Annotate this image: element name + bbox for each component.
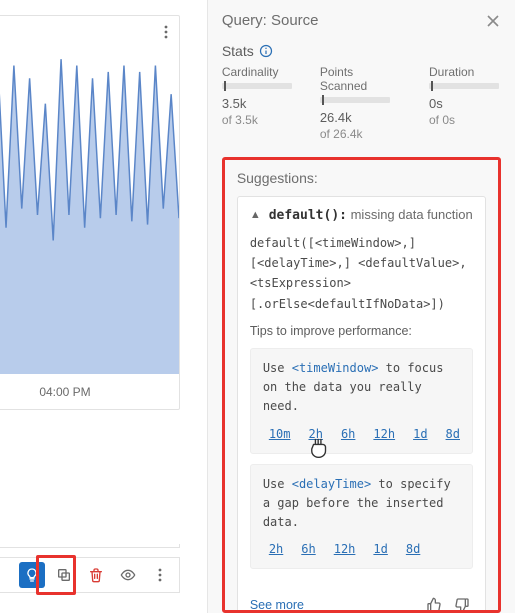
delete-button[interactable] [83,562,109,588]
time-link[interactable]: 1d [373,542,387,556]
chart-x-tick: 04:00 PM [0,385,179,399]
time-link[interactable]: 2h [269,542,283,556]
visibility-button[interactable] [115,562,141,588]
close-button[interactable] [485,13,501,29]
time-link[interactable]: 6h [341,427,355,441]
stat-bar [429,83,499,89]
toolbar-strip [0,544,180,548]
info-icon[interactable] [259,44,273,58]
time-link[interactable]: 6h [301,542,315,556]
stat-duration: Duration 0s of 0s [429,65,501,141]
query-toolbar [0,557,180,593]
lightbulb-button[interactable] [19,562,45,588]
chart-card: 04:00 PM [0,15,180,410]
chevron-up-icon: ▲ [250,209,261,221]
time-link[interactable]: 1d [413,427,427,441]
suggestions-title: Suggestions: [237,170,486,186]
suggestions-box: Suggestions: ▲ default(): missing data f… [222,157,501,613]
tip-timewindow: Use <timeWindow> to focus on the data yo… [250,348,473,454]
thumbs-up-button[interactable] [423,595,445,613]
time-link[interactable]: 10m [269,427,291,441]
time-link[interactable]: 8d [446,427,460,441]
stats-label: Stats [222,43,254,59]
thumbs-down-button[interactable] [451,595,473,613]
query-source-panel: Query: Source Stats Cardinality 3.5k of … [207,0,515,613]
time-link[interactable]: 12h [334,542,356,556]
card-toggle[interactable]: ▲ default(): missing data function [238,197,485,233]
tip-delaytime: Use <delayTime> to specify a gap before … [250,464,473,570]
more-button[interactable] [147,562,173,588]
panel-title: Query: Source [222,12,319,29]
tips-label: Tips to improve performance: [250,324,473,338]
stats-grid: Cardinality 3.5k of 3.5k Points Scanned … [222,65,501,141]
stat-bar [320,97,390,103]
stat-points: Points Scanned 26.4k of 26.4k [320,65,403,141]
copy-button[interactable] [51,562,77,588]
tip-links: 2h 6h 12h 1d 8d [263,542,460,556]
suggestion-card-default: ▲ default(): missing data function defau… [237,196,486,613]
time-link[interactable]: 12h [373,427,395,441]
tip-links: 10m 2h 6h 12h 1d 8d [263,427,460,441]
see-more-link[interactable]: See more [250,598,304,612]
timeseries-chart[interactable] [0,56,179,374]
stat-cardinality: Cardinality 3.5k of 3.5k [222,65,294,141]
time-link[interactable]: 8d [406,542,420,556]
function-signature: default([<timeWindow>,] [<delayTime>,] <… [250,233,473,315]
stat-bar [222,83,292,89]
time-link[interactable]: 2h [309,427,323,441]
chart-menu-button[interactable] [159,24,173,43]
